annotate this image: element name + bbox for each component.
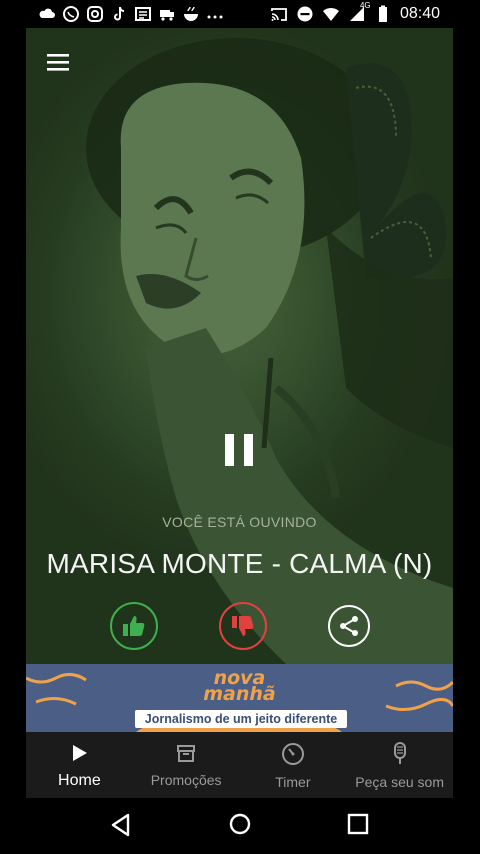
status-bar: 4G 08:40 bbox=[0, 0, 480, 28]
network-type: 4G bbox=[359, 1, 371, 10]
play-icon bbox=[73, 745, 88, 761]
home-icon[interactable] bbox=[228, 812, 252, 836]
thumbs-up-icon bbox=[123, 616, 145, 636]
nav-home-label: Home bbox=[58, 772, 101, 789]
recents-icon[interactable] bbox=[347, 813, 369, 835]
more-dots-icon bbox=[207, 15, 223, 19]
nav-peca-seu-som[interactable]: Peça seu som bbox=[346, 732, 453, 798]
share-icon bbox=[340, 616, 358, 636]
delivery-icon bbox=[160, 10, 174, 21]
dislike-button[interactable] bbox=[219, 602, 267, 650]
microphone-icon bbox=[393, 742, 406, 764]
cloud-icon bbox=[39, 8, 55, 18]
banner-tagline: Jornalismo de um jeito diferente bbox=[135, 710, 347, 728]
radio-app: VOCÊ ESTÁ OUVINDO MARISA MONTE - CALMA (… bbox=[26, 28, 453, 798]
bottom-navigation: Home Promoções Timer Peça seu som bbox=[26, 732, 453, 798]
like-button[interactable] bbox=[110, 602, 158, 650]
news-icon bbox=[135, 7, 151, 21]
nav-peca-seu-som-label: Peça seu som bbox=[355, 774, 444, 790]
banner-logo: nova manhã bbox=[26, 669, 453, 705]
nav-promocoes-label: Promoções bbox=[150, 772, 222, 788]
album-art-background: VOCÊ ESTÁ OUVINDO MARISA MONTE - CALMA (… bbox=[26, 28, 453, 664]
nav-promocoes[interactable]: Promoções bbox=[133, 732, 240, 798]
nav-home[interactable]: Home bbox=[26, 732, 133, 798]
system-navigation-bar bbox=[0, 798, 480, 854]
thumbs-down-icon bbox=[232, 616, 254, 636]
nav-timer-label: Timer bbox=[275, 774, 311, 790]
pause-button[interactable] bbox=[221, 430, 257, 470]
system-icons: 4G 08:40 bbox=[270, 1, 480, 23]
dnd-icon bbox=[297, 6, 313, 22]
timer-icon bbox=[281, 743, 304, 765]
song-title: MARISA MONTE - CALMA (N) bbox=[46, 548, 433, 579]
nova-manha-banner[interactable]: nova manhã Jornalismo de um jeito difere… bbox=[26, 664, 453, 732]
instagram-icon bbox=[87, 6, 103, 22]
back-icon[interactable] bbox=[108, 812, 134, 838]
notification-icons bbox=[0, 5, 224, 23]
signal-indicator: 4G bbox=[348, 1, 371, 23]
nav-timer[interactable]: Timer bbox=[240, 732, 347, 798]
wifi-icon bbox=[322, 7, 339, 21]
menu-button[interactable] bbox=[44, 50, 74, 74]
now-playing-label: VOCÊ ESTÁ OUVINDO bbox=[162, 514, 317, 530]
gift-box-icon bbox=[177, 745, 196, 762]
whatsapp-icon bbox=[63, 6, 79, 22]
cast-icon bbox=[271, 8, 287, 21]
banner-logo-line2: manhã bbox=[203, 683, 276, 705]
food-icon bbox=[184, 6, 198, 21]
battery-icon bbox=[378, 5, 387, 22]
share-button[interactable] bbox=[328, 605, 370, 647]
tiktok-icon bbox=[114, 6, 125, 21]
clock: 08:40 bbox=[399, 5, 440, 22]
